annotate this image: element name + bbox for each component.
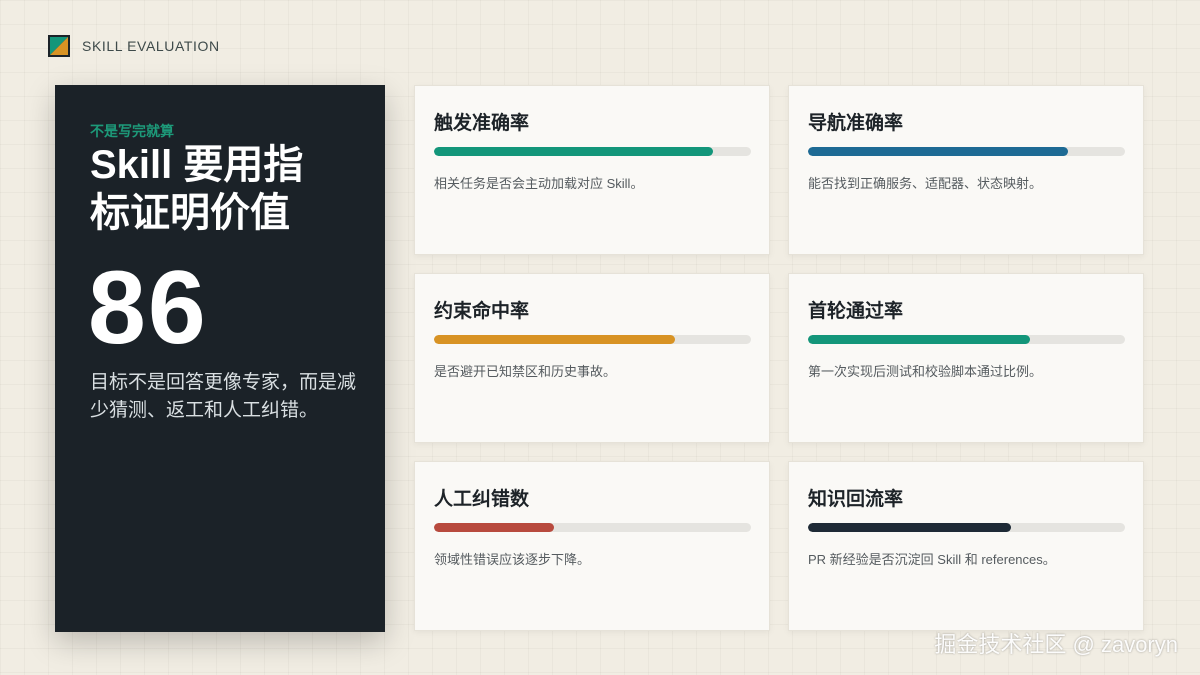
metric-title: 首轮通过率 [808, 301, 904, 322]
hero-title: Skill 要用指标证明价值 [90, 143, 304, 235]
progress-fill [434, 523, 555, 532]
progress-track [434, 147, 751, 156]
metric-description: 相关任务是否会主动加载对应 Skill。 [434, 176, 644, 191]
metric-title: 人工纠错数 [434, 489, 530, 510]
progress-track [808, 523, 1125, 532]
header: SKILL EVALUATION [48, 35, 220, 57]
progress-fill [808, 523, 1011, 532]
progress-fill [434, 335, 675, 344]
brand-label: SKILL EVALUATION [82, 38, 220, 54]
progress-track [434, 523, 751, 532]
metric-title: 知识回流率 [808, 489, 904, 510]
metric-card-navigation-accuracy: 导航准确率 能否找到正确服务、适配器、状态映射。 [788, 85, 1144, 255]
metric-title: 导航准确率 [808, 113, 904, 134]
metric-description: PR 新经验是否沉淀回 Skill 和 references。 [808, 552, 1056, 567]
progress-track [808, 335, 1125, 344]
watermark: 掘金技术社区 @ zavoryn [934, 632, 1178, 657]
hero-score: 86 [88, 250, 208, 366]
metric-description: 领域性错误应该逐步下降。 [434, 552, 591, 567]
metric-card-constraint-hit-rate: 约束命中率 是否避开已知禁区和历史事故。 [414, 273, 770, 443]
metric-card-trigger-accuracy: 触发准确率 相关任务是否会主动加载对应 Skill。 [414, 85, 770, 255]
metric-description: 能否找到正确服务、适配器、状态映射。 [808, 176, 1043, 191]
progress-fill [434, 147, 713, 156]
progress-track [808, 147, 1125, 156]
metric-card-manual-corrections: 人工纠错数 领域性错误应该逐步下降。 [414, 461, 770, 631]
metric-description: 是否避开已知禁区和历史事故。 [434, 364, 617, 379]
metric-card-first-pass-rate: 首轮通过率 第一次实现后测试和校验脚本通过比例。 [788, 273, 1144, 443]
metric-description: 第一次实现后测试和校验脚本通过比例。 [808, 364, 1043, 379]
progress-track [434, 335, 751, 344]
metric-title: 触发准确率 [434, 113, 530, 134]
metric-title: 约束命中率 [434, 301, 530, 322]
progress-fill [808, 147, 1068, 156]
square-diagonal-logo-icon [48, 35, 70, 57]
hero-panel: 不是写完就算 Skill 要用指标证明价值 86 目标不是回答更像专家，而是减少… [55, 85, 385, 632]
metric-card-knowledge-backflow: 知识回流率 PR 新经验是否沉淀回 Skill 和 references。 [788, 461, 1144, 631]
hero-description: 目标不是回答更像专家，而是减少猜测、返工和人工纠错。 [90, 372, 357, 421]
hero-kicker: 不是写完就算 [90, 123, 174, 139]
progress-fill [808, 335, 1030, 344]
